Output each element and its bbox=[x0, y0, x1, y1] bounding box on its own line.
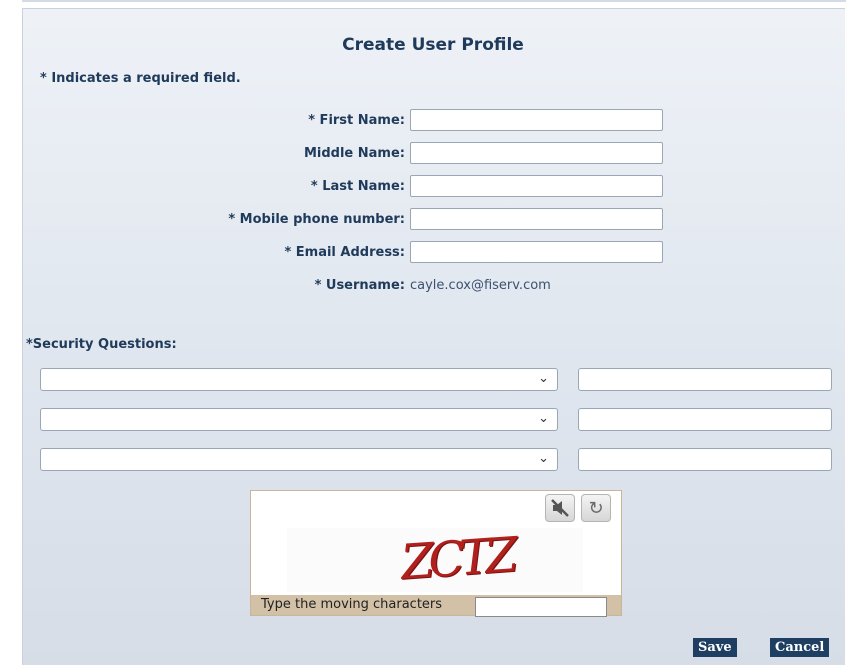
security-question-select-3[interactable]: ⌄ bbox=[40, 448, 558, 471]
captcha-prompt: Type the moving characters bbox=[261, 597, 443, 612]
security-question-select-2[interactable]: ⌄ bbox=[40, 408, 558, 431]
chevron-down-icon: ⌄ bbox=[538, 411, 549, 426]
captcha-characters: ZCTZ bbox=[399, 527, 515, 591]
username-value: cayle.cox@fiserv.com bbox=[410, 278, 551, 293]
first-name-field[interactable] bbox=[410, 109, 663, 131]
mobile-phone-label: * Mobile phone number: bbox=[228, 212, 405, 227]
security-answer-field-3[interactable] bbox=[578, 448, 832, 471]
cancel-button[interactable]: Cancel bbox=[770, 638, 830, 657]
captcha-widget: ↻ ZCTZ Type the moving characters bbox=[250, 490, 622, 617]
last-name-field[interactable] bbox=[410, 175, 663, 197]
page-title: Create User Profile bbox=[342, 35, 524, 55]
security-answer-field-2[interactable] bbox=[578, 408, 832, 431]
chevron-down-icon: ⌄ bbox=[538, 371, 549, 386]
chevron-down-icon: ⌄ bbox=[538, 451, 549, 466]
mobile-phone-field[interactable] bbox=[410, 208, 663, 230]
email-field[interactable] bbox=[410, 241, 663, 263]
username-label: * Username: bbox=[314, 278, 405, 293]
middle-name-field[interactable] bbox=[410, 142, 663, 164]
top-border bbox=[22, 0, 846, 2]
first-name-label: * First Name: bbox=[308, 113, 405, 128]
mute-audio-icon[interactable] bbox=[545, 494, 575, 522]
save-button[interactable]: Save bbox=[693, 638, 737, 657]
email-label: * Email Address: bbox=[284, 245, 405, 260]
captcha-bar: Type the moving characters bbox=[251, 595, 621, 617]
required-note: * Indicates a required field. bbox=[40, 71, 241, 86]
security-answer-field-1[interactable] bbox=[578, 368, 832, 391]
security-questions-label: *Security Questions: bbox=[26, 337, 177, 352]
captcha-input[interactable] bbox=[475, 597, 607, 617]
security-question-select-1[interactable]: ⌄ bbox=[40, 368, 558, 391]
middle-name-label: Middle Name: bbox=[303, 146, 405, 161]
last-name-label: * Last Name: bbox=[310, 179, 405, 194]
refresh-icon[interactable]: ↻ bbox=[581, 494, 611, 522]
